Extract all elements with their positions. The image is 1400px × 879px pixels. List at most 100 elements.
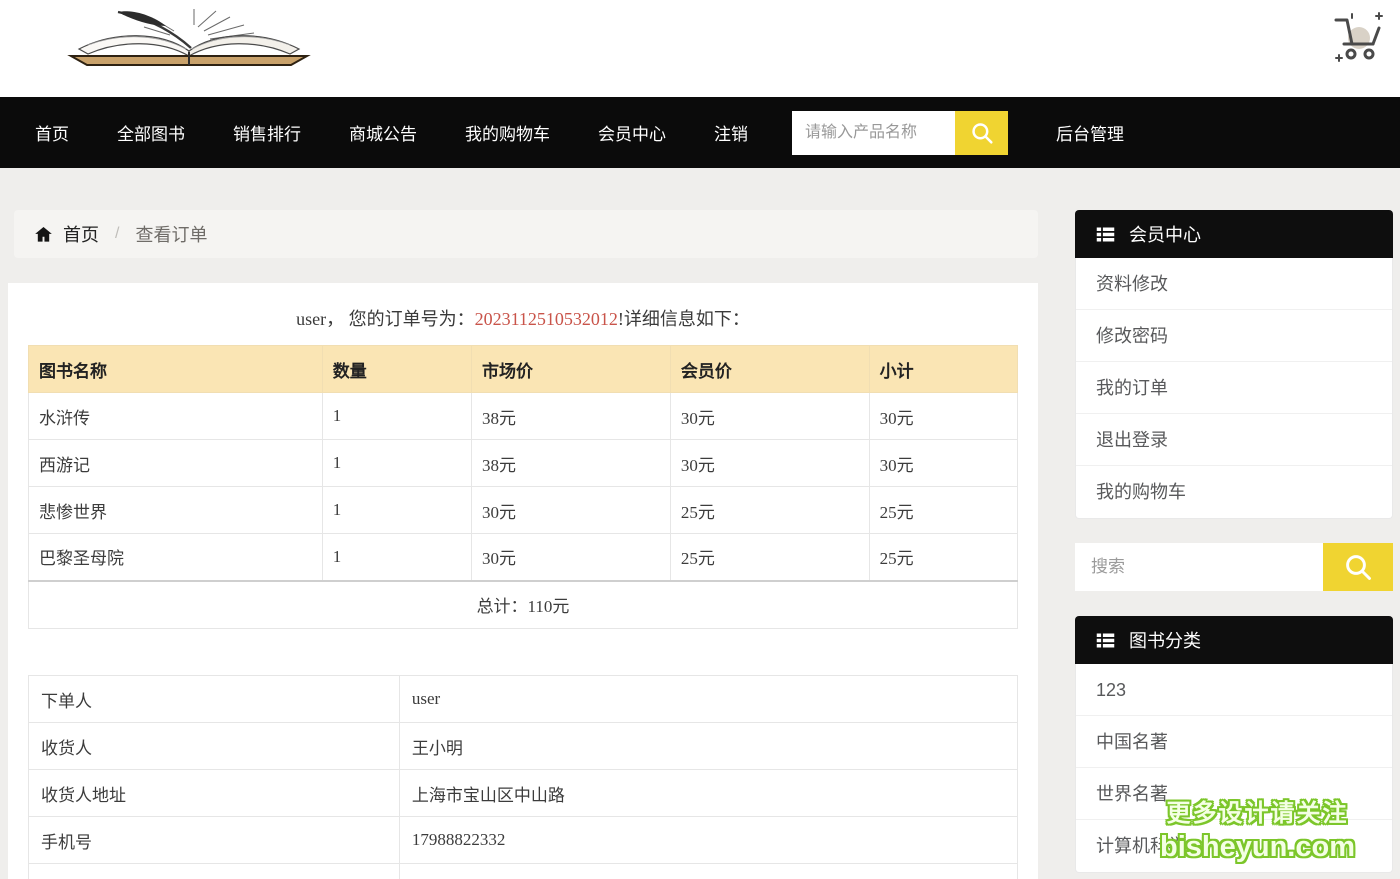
col-quantity: 数量 <box>322 346 471 393</box>
book-categories-panel: 图书分类 123 中国名著 世界名著 计算机科学 <box>1075 616 1393 873</box>
cell-book-name: 西游记 <box>29 440 323 487</box>
col-book-name: 图书名称 <box>29 346 323 393</box>
info-value-address: 上海市宝山区中山路 <box>399 770 1017 817</box>
sidebar-search-input[interactable] <box>1075 543 1323 591</box>
col-market-price: 市场价 <box>472 346 671 393</box>
member-center-list: 资料修改 修改密码 我的订单 退出登录 我的购物车 <box>1075 258 1393 519</box>
order-total: 总计：110元 <box>29 581 1018 629</box>
breadcrumb-separator: / <box>115 225 119 243</box>
cell-subtotal: 25元 <box>869 534 1017 581</box>
breadcrumb: 首页 / 查看订单 <box>14 210 1038 258</box>
cell-member-price: 25元 <box>670 487 869 534</box>
nav-search-button[interactable] <box>955 111 1008 155</box>
category-item-computer-science[interactable]: 计算机科学 <box>1076 820 1392 872</box>
nav-member-center[interactable]: 会员中心 <box>574 120 690 145</box>
list-icon <box>1095 630 1116 651</box>
info-value-email: 456456@qq.com <box>399 864 1017 879</box>
nav-logout[interactable]: 注销 <box>690 120 772 145</box>
cell-member-price: 25元 <box>670 534 869 581</box>
order-message-suffix: !详细信息如下： <box>618 309 750 329</box>
book-categories-list: 123 中国名著 世界名著 计算机科学 <box>1075 664 1393 873</box>
member-center-title: 会员中心 <box>1129 221 1201 247</box>
cell-book-name: 悲惨世界 <box>29 487 323 534</box>
col-subtotal: 小计 <box>869 346 1017 393</box>
info-label-email: E-mail <box>29 864 400 879</box>
book-categories-title: 图书分类 <box>1129 627 1201 653</box>
cell-market-price: 30元 <box>472 534 671 581</box>
cell-quantity: 1 <box>322 487 471 534</box>
member-center-header: 会员中心 <box>1075 210 1393 258</box>
order-card: user， 您的订单号为：2023112510532012!详细信息如下： 图书… <box>8 283 1038 879</box>
category-item-chinese-classics[interactable]: 中国名著 <box>1076 716 1392 768</box>
sidebar-search-button[interactable] <box>1323 543 1393 591</box>
top-header <box>0 0 1400 97</box>
main-navbar: 首页 全部图书 销售排行 商城公告 我的购物车 会员中心 注销 后台管理 <box>0 97 1400 168</box>
info-label-phone: 手机号 <box>29 817 400 864</box>
cell-quantity: 1 <box>322 393 471 440</box>
info-value-orderer: user <box>399 676 1017 723</box>
main-column: 首页 / 查看订单 user， 您的订单号为：2023112510532012!… <box>8 210 1038 879</box>
cell-market-price: 38元 <box>472 393 671 440</box>
order-message-prefix: user， 您的订单号为： <box>296 309 475 329</box>
cell-subtotal: 30元 <box>869 393 1017 440</box>
col-member-price: 会员价 <box>670 346 869 393</box>
info-value-consignee: 王小明 <box>399 723 1017 770</box>
sidebar-item-logout[interactable]: 退出登录 <box>1076 414 1392 466</box>
category-item-world-classics[interactable]: 世界名著 <box>1076 768 1392 820</box>
info-label-orderer: 下单人 <box>29 676 400 723</box>
sidebar-item-profile-edit[interactable]: 资料修改 <box>1076 258 1392 310</box>
search-icon <box>1342 551 1374 583</box>
sidebar-item-my-cart[interactable]: 我的购物车 <box>1076 466 1392 518</box>
table-row: 手机号 17988822332 <box>29 817 1018 864</box>
cell-market-price: 30元 <box>472 487 671 534</box>
order-message: user， 您的订单号为：2023112510532012!详细信息如下： <box>28 305 1018 331</box>
search-icon <box>969 120 995 146</box>
info-label-consignee: 收货人 <box>29 723 400 770</box>
table-row: 巴黎圣母院 1 30元 25元 25元 <box>29 534 1018 581</box>
nav-announcements[interactable]: 商城公告 <box>325 120 441 145</box>
table-row: 收货人 王小明 <box>29 723 1018 770</box>
cell-quantity: 1 <box>322 534 471 581</box>
order-number: 2023112510532012 <box>475 309 618 329</box>
sidebar-item-my-orders[interactable]: 我的订单 <box>1076 362 1392 414</box>
nav-sales-rank[interactable]: 销售排行 <box>209 120 325 145</box>
page-body: 首页 / 查看订单 user， 您的订单号为：2023112510532012!… <box>0 168 1400 879</box>
order-info-table: 下单人 user 收货人 王小明 收货人地址 上海市宝山区中山路 手机号 179… <box>28 675 1018 879</box>
table-row: E-mail 456456@qq.com <box>29 864 1018 879</box>
table-row: 收货人地址 上海市宝山区中山路 <box>29 770 1018 817</box>
cell-quantity: 1 <box>322 440 471 487</box>
table-row: 西游记 1 38元 30元 30元 <box>29 440 1018 487</box>
cell-market-price: 38元 <box>472 440 671 487</box>
list-icon <box>1095 224 1116 245</box>
info-label-address: 收货人地址 <box>29 770 400 817</box>
table-row: 水浒传 1 38元 30元 30元 <box>29 393 1018 440</box>
category-item-123[interactable]: 123 <box>1076 664 1392 716</box>
nav-admin[interactable]: 后台管理 <box>1032 120 1148 145</box>
order-table-header-row: 图书名称 数量 市场价 会员价 小计 <box>29 346 1018 393</box>
cell-book-name: 巴黎圣母院 <box>29 534 323 581</box>
member-center-panel: 会员中心 资料修改 修改密码 我的订单 退出登录 我的购物车 <box>1075 210 1393 519</box>
cell-book-name: 水浒传 <box>29 393 323 440</box>
breadcrumb-home[interactable]: 首页 <box>63 221 99 247</box>
home-icon[interactable] <box>34 225 53 244</box>
nav-all-books[interactable]: 全部图书 <box>93 120 209 145</box>
cell-subtotal: 30元 <box>869 440 1017 487</box>
sidebar-search-box <box>1075 543 1393 591</box>
open-book-logo-icon <box>58 5 320 71</box>
book-categories-header: 图书分类 <box>1075 616 1393 664</box>
sidebar-item-change-password[interactable]: 修改密码 <box>1076 310 1392 362</box>
bookstore-logo[interactable] <box>58 5 320 76</box>
nav-my-cart[interactable]: 我的购物车 <box>441 120 574 145</box>
sidebar: 会员中心 资料修改 修改密码 我的订单 退出登录 我的购物车 <box>1075 210 1393 879</box>
order-total-row: 总计：110元 <box>29 581 1018 629</box>
nav-search-input[interactable] <box>792 111 955 155</box>
nav-search-box <box>792 111 1008 155</box>
breadcrumb-current: 查看订单 <box>135 221 207 247</box>
cell-member-price: 30元 <box>670 440 869 487</box>
cell-member-price: 30元 <box>670 393 869 440</box>
nav-home[interactable]: 首页 <box>35 120 93 145</box>
header-cart-icon[interactable] <box>1328 6 1384 73</box>
info-value-phone: 17988822332 <box>399 817 1017 864</box>
table-row: 下单人 user <box>29 676 1018 723</box>
cell-subtotal: 25元 <box>869 487 1017 534</box>
